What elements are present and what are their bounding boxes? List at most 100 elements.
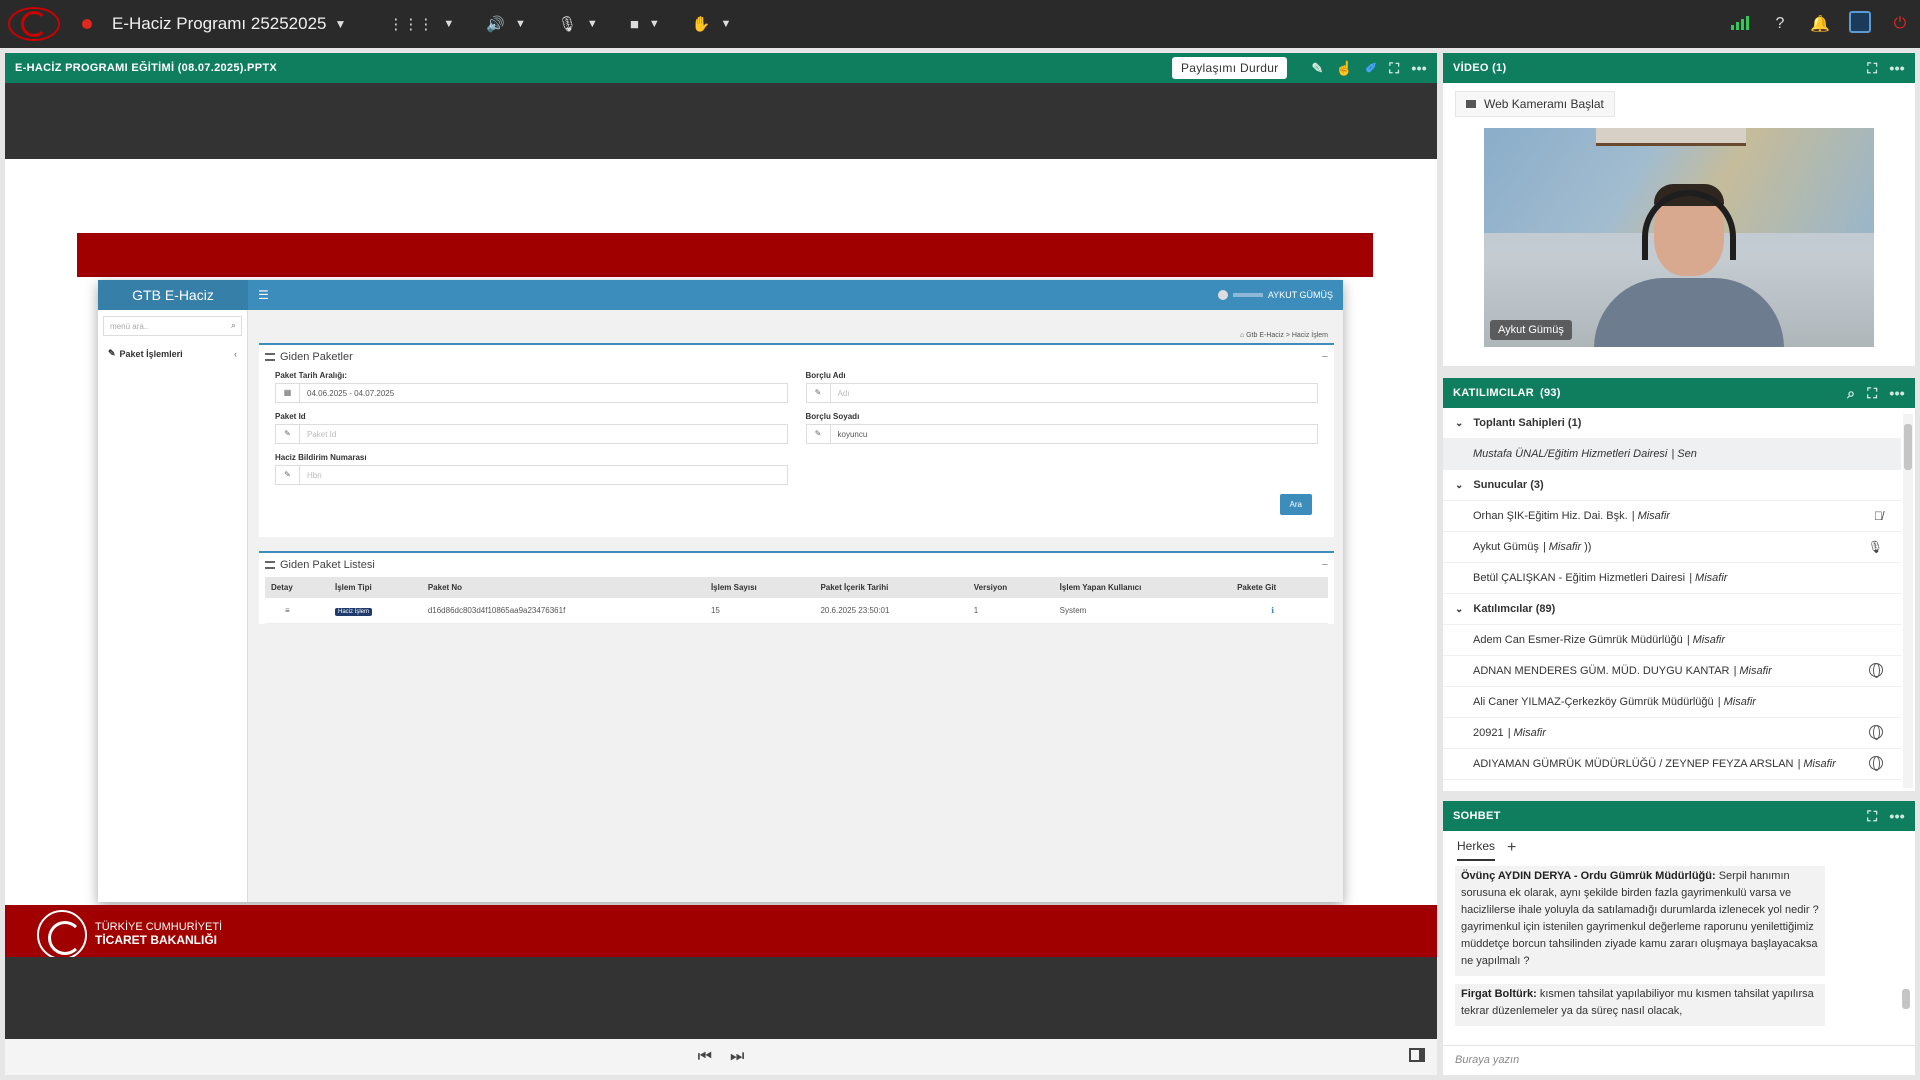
participant-name: Betül ÇALIŞKAN - Eğitim Hizmetleri Daire… bbox=[1473, 572, 1686, 584]
grid-icon: ⋮⋮⋮ bbox=[388, 16, 434, 33]
tab-everyone[interactable]: Herkes bbox=[1457, 839, 1496, 861]
layouts-menu[interactable]: ⋮⋮⋮ ▼ bbox=[388, 15, 454, 33]
box-title-text: Giden Paket Listesi bbox=[280, 559, 375, 571]
share-pod-title: E-HACİZ PROGRAMI EĞİTİMİ (08.07.2025).PP… bbox=[15, 62, 277, 74]
list-item[interactable]: ADIYAMAN GÜMRÜK MÜDÜRLÜĞÜ / ZEYNEP FEYZA… bbox=[1443, 749, 1901, 780]
fullscreen-icon[interactable]: ⛶ bbox=[1867, 808, 1877, 825]
connection-signal-icon[interactable] bbox=[1720, 14, 1760, 35]
hand-icon: ✋ bbox=[691, 16, 711, 33]
minimize-icon: − bbox=[1321, 351, 1328, 363]
column-header: Versiyon bbox=[967, 577, 1054, 598]
bell-icon[interactable]: 🔔 bbox=[1800, 14, 1840, 34]
webcam-video[interactable]: Aykut Gümüş bbox=[1484, 128, 1874, 347]
list-item[interactable]: Ali Caner YILMAZ-Çerkezköy Gümrük Müdürl… bbox=[1443, 687, 1901, 718]
help-icon[interactable]: ? bbox=[1760, 15, 1800, 33]
home-icon: ⌂ bbox=[1239, 332, 1245, 339]
ministry-seal-icon bbox=[37, 910, 87, 960]
meeting-title[interactable]: E-Haciz Programı 25252025 bbox=[112, 14, 327, 34]
group-hosts[interactable]: ⌄ Toplantı Sahipleri (1) bbox=[1443, 408, 1901, 439]
participants-pod-header: KATILIMCILAR (93) ⌕ ⛶ ••• bbox=[1443, 378, 1915, 408]
participant-role: | Misafir bbox=[1542, 541, 1582, 553]
field-placeholder: Paket Id bbox=[307, 429, 337, 439]
share-pod-header: E-HACİZ PROGRAMI EĞİTİMİ (08.07.2025).PP… bbox=[5, 53, 1437, 83]
app-logo bbox=[8, 7, 60, 41]
package-table: Detay İşlem Tipi Paket No İşlem Sayısı P… bbox=[265, 577, 1328, 624]
list-item[interactable]: Adem Can Esmer-Rize Gümrük Müdürlüğü | Mi… bbox=[1443, 625, 1901, 656]
edit-icon: ✎ bbox=[276, 425, 300, 443]
breadcrumb-current: Haciz İşlem bbox=[1291, 332, 1328, 339]
box-title: Giden Paket Listesi − bbox=[259, 553, 1334, 577]
fullscreen-icon[interactable]: ⛶ bbox=[1867, 385, 1877, 402]
power-icon[interactable]: ⏻ bbox=[1880, 15, 1920, 33]
more-options-icon[interactable]: ••• bbox=[1889, 60, 1905, 76]
participant-name: Ali Caner YILMAZ-Çerkezköy Gümrük Müdürl… bbox=[1473, 696, 1714, 708]
app-brand: GTB E-Haciz bbox=[98, 280, 248, 310]
speaker-menu[interactable]: 🔊 ▼ bbox=[486, 15, 526, 33]
search-icon[interactable]: ⌕ bbox=[1847, 385, 1855, 402]
calendar-icon: ▦ bbox=[276, 384, 300, 402]
more-options-icon[interactable]: ••• bbox=[1411, 60, 1427, 76]
message-text: Serpil hanımın sorusuna ek olarak, aynı … bbox=[1461, 870, 1819, 967]
field-label: Borçlu Adı bbox=[805, 371, 846, 380]
participant-role: | Misafir bbox=[1631, 510, 1670, 522]
share-letterbox-bottom bbox=[5, 957, 1437, 1039]
participants-pod-title: KATILIMCILAR bbox=[1453, 387, 1534, 399]
previous-slide-icon[interactable]: ⏮ bbox=[698, 1048, 712, 1066]
chat-scrollbar[interactable] bbox=[1901, 869, 1911, 1029]
chat-input[interactable]: Buraya yazın bbox=[1443, 1045, 1915, 1075]
next-slide-icon[interactable]: ⏭ bbox=[730, 1048, 744, 1066]
raise-hand-menu[interactable]: ✋ ▼ bbox=[692, 15, 732, 33]
chat-pod: SOHBET ⛶ ••• Herkes + Övünç AYDIN DERYA … bbox=[1443, 801, 1915, 1075]
fullscreen-icon[interactable]: ⛶ bbox=[1389, 60, 1399, 77]
filter-form: Paket Tarih Aralığı: ▦ 04.06.2025 - 04.07… bbox=[259, 369, 1334, 494]
field-value: koyuncu bbox=[837, 429, 868, 439]
group-attendees[interactable]: ⌄ Katılımcılar (89) bbox=[1443, 594, 1901, 625]
speaker-icon: 🔊 bbox=[486, 16, 505, 33]
more-options-icon[interactable]: ••• bbox=[1889, 385, 1905, 401]
breadcrumb-home: Gtb E-Haciz bbox=[1246, 332, 1284, 339]
add-chat-tab-icon[interactable]: + bbox=[1507, 840, 1516, 861]
fullscreen-icon[interactable]: ⛶ bbox=[1867, 60, 1877, 77]
participant-role: | Misafir bbox=[1717, 696, 1756, 708]
field-label: Paket Tarih Aralığı: bbox=[275, 371, 348, 380]
participants-pod: KATILIMCILAR (93) ⌕ ⛶ ••• ⌄ Toplantı Sahi… bbox=[1443, 378, 1915, 791]
detail-list-icon: ≡ bbox=[265, 598, 329, 624]
chat-message: Övünç AYDIN DERYA - Ordu Gümrük Müdürlüğ… bbox=[1455, 866, 1825, 976]
share-screen-icon[interactable] bbox=[1840, 10, 1880, 38]
camera-icon bbox=[1466, 100, 1476, 108]
list-item[interactable]: Orhan ŞIK-Eğitim Hiz. Dai. Bşk. | Misafir… bbox=[1443, 501, 1901, 532]
app-sidebar: menü ara.. ⌕ ✎ Paket İşlemleri ‹ bbox=[98, 310, 248, 902]
chevron-left-icon: ‹ bbox=[234, 348, 237, 359]
field-label: Paket Id bbox=[275, 412, 306, 421]
list-item[interactable]: Aykut Gümüş | Misafir)) 🎙 bbox=[1443, 532, 1901, 563]
participant-role: | Misafir bbox=[1797, 758, 1836, 770]
pointer-icon[interactable]: ☝ bbox=[1336, 60, 1354, 77]
group-presenters[interactable]: ⌄ Sunucular (3) bbox=[1443, 470, 1901, 501]
list-item[interactable]: Betül ÇALIŞKAN - Eğitim Hizmetleri Daire… bbox=[1443, 563, 1901, 594]
list-item[interactable]: 20921 | Misafir bbox=[1443, 718, 1901, 749]
menu-search-placeholder: menü ara.. bbox=[110, 322, 149, 331]
sidebar-item-label: Paket İşlemleri bbox=[119, 348, 183, 359]
camera-menu[interactable]: ■ ▼ bbox=[630, 16, 660, 33]
marker-icon[interactable]: ✐ bbox=[1365, 60, 1377, 77]
sidebar-toggle-icon[interactable] bbox=[1409, 1048, 1425, 1062]
start-webcam-button[interactable]: Web Kameramı Başlat bbox=[1455, 91, 1615, 117]
more-options-icon[interactable]: ••• bbox=[1889, 808, 1905, 824]
column-header: İşlem Tipi bbox=[329, 577, 422, 598]
chevron-down-icon[interactable]: ▼ bbox=[335, 17, 347, 31]
globe-icon bbox=[1869, 755, 1883, 773]
participants-scrollbar[interactable] bbox=[1903, 414, 1913, 788]
participant-list: ⌄ Toplantı Sahipleri (1) Mustafa ÜNAL/Eği… bbox=[1443, 408, 1901, 791]
content-date: 20.6.2025 23:50:01 bbox=[814, 598, 968, 624]
start-webcam-label: Web Kameramı Başlat bbox=[1484, 97, 1604, 111]
video-pod: VİDEO (1) ⛶ ••• Web Kameramı Başlat Ayku… bbox=[1443, 53, 1915, 366]
top-bar: E-Haciz Programı 25252025 ▼ ⋮⋮⋮ ▼ 🔊 ▼ 🎙 ▼ ■… bbox=[0, 0, 1920, 48]
pen-icon[interactable]: ✎ bbox=[1311, 60, 1323, 77]
list-item[interactable]: Mustafa ÜNAL/Eğitim Hizmetleri Dairesi | … bbox=[1443, 439, 1901, 470]
notice-number-field: Haciz Bildirim Numarası ✎ Hbn bbox=[275, 453, 788, 485]
chevron-down-icon: ⌄ bbox=[1455, 479, 1464, 491]
list-item[interactable]: ADNAN MENDERES GÜM. MÜD. DUYGU KANTAR | M… bbox=[1443, 656, 1901, 687]
column-header: Paket No bbox=[421, 577, 705, 598]
stop-sharing-button[interactable]: Paylaşımı Durdur bbox=[1171, 57, 1288, 79]
microphone-menu[interactable]: 🎙 ▼ bbox=[558, 15, 598, 33]
